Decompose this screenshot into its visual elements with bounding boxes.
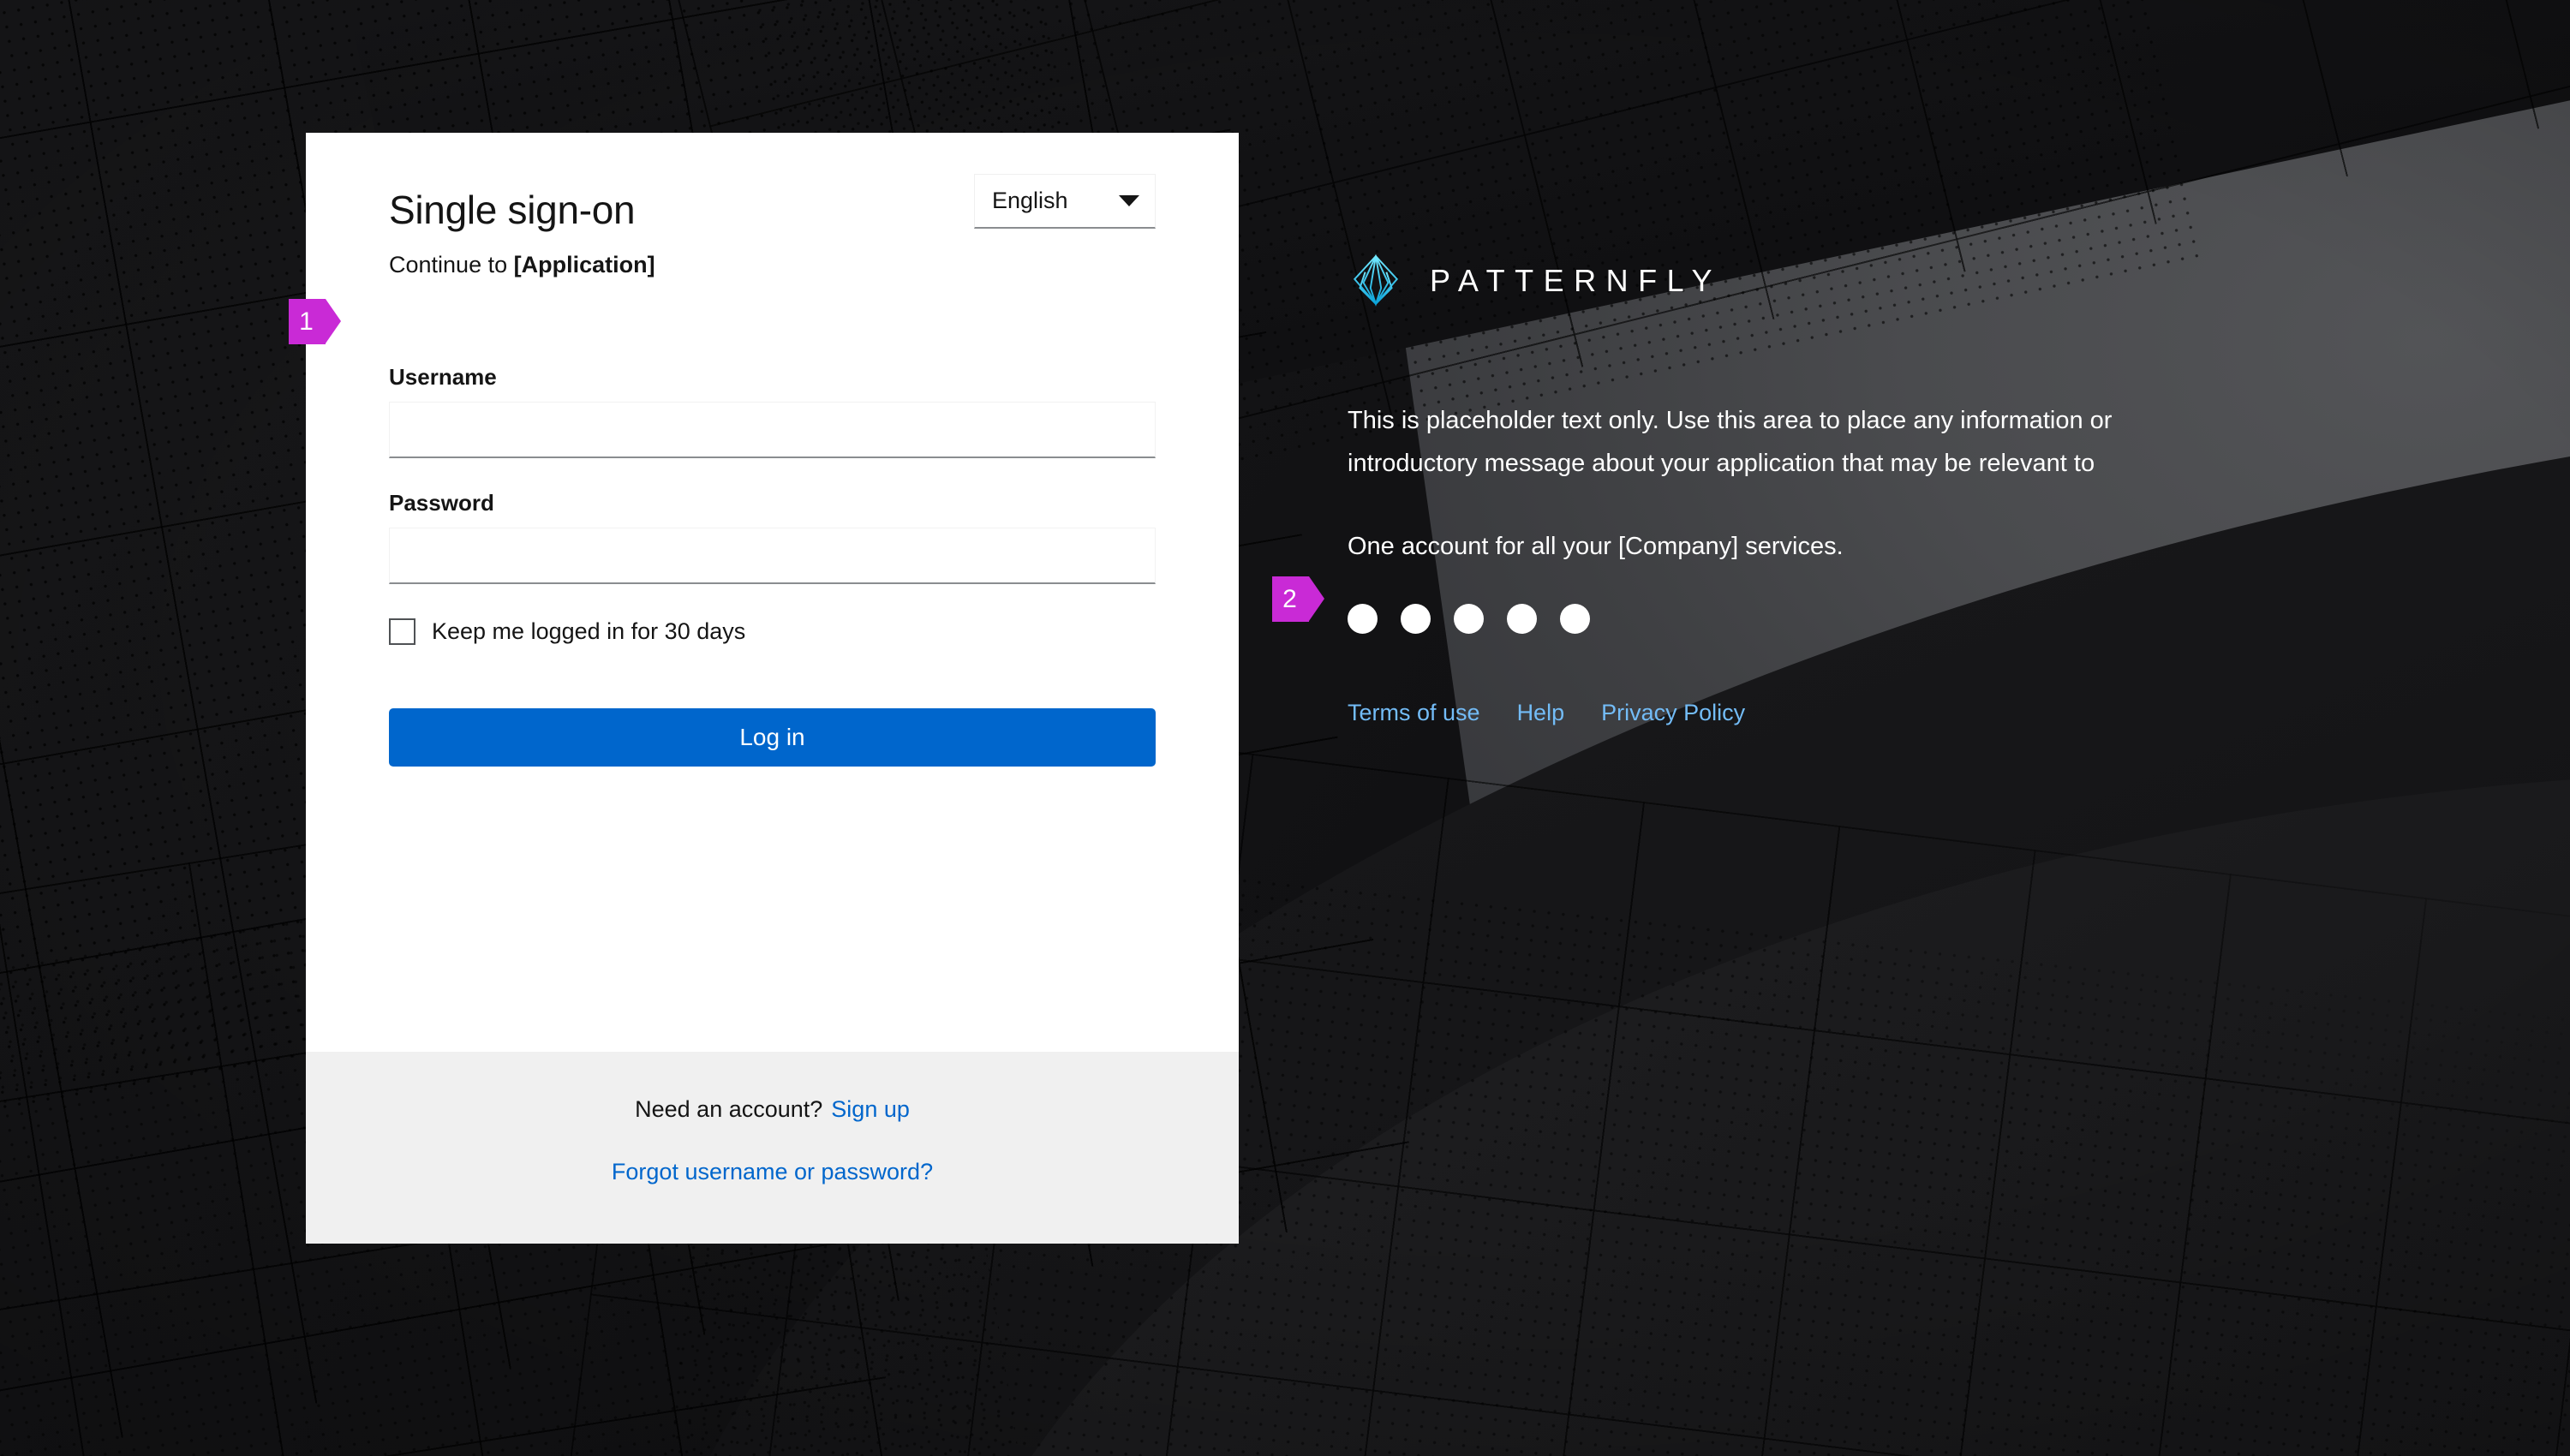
chevron-down-icon [1119,195,1139,206]
password-input[interactable] [389,527,1156,584]
brand-description-paragraph-1: This is placeholder text only. Use this … [1348,407,2113,478]
password-field-group: Password [389,490,1156,584]
brand-description: This is placeholder text only. Use this … [1348,399,2213,568]
social-circle-icon-3[interactable] [1454,604,1484,635]
brand-wordmark: PATTERNFLY [1430,263,1723,298]
brand-panel: PATTERNFLY This is placeholder text only… [1348,248,2376,726]
annotation-badge-1: 1 [289,299,341,344]
social-circle-icon-4[interactable] [1507,604,1537,635]
login-card-body: Single sign-on English Continue to [Appl… [306,133,1239,1052]
brand-description-paragraph-2: One account for all your [Company] servi… [1348,532,1844,560]
username-input[interactable] [389,401,1156,458]
remember-me-checkbox[interactable] [389,618,415,645]
password-label: Password [389,489,494,516]
login-card-footer: Need an account? Sign up Forgot username … [306,1052,1239,1244]
remember-me-label[interactable]: Keep me logged in for 30 days [432,618,745,645]
social-circle-icon-5[interactable] [1560,604,1590,635]
username-field-group: Username [389,364,1156,458]
social-circle-icon-1[interactable] [1348,604,1378,635]
remember-me-row: Keep me logged in for 30 days [389,618,1156,645]
login-header-row: Single sign-on English [389,174,1156,233]
login-button[interactable]: Log in [389,707,1156,767]
brand-footer-links: Terms of use Help Privacy Policy [1348,700,2376,726]
patternfly-diamond-icon [1353,254,1399,307]
continue-to-application: [Application] [513,251,655,277]
language-select-value: English [992,188,1068,213]
continue-to-text: Continue to [Application] [389,252,1156,278]
continue-to-prefix: Continue to [389,251,514,277]
social-circle-icon-2[interactable] [1401,604,1431,635]
help-link[interactable]: Help [1517,700,1565,726]
need-account-row: Need an account? Sign up [306,1096,1239,1123]
privacy-policy-link[interactable]: Privacy Policy [1601,700,1745,726]
social-links-row [1348,604,2376,635]
brand-logo: PATTERNFLY [1348,248,2376,313]
login-card: Single sign-on English Continue to [Appl… [306,133,1239,1244]
need-account-text: Need an account? [635,1096,823,1122]
page-title: Single sign-on [389,188,636,232]
terms-of-use-link[interactable]: Terms of use [1348,700,1480,726]
login-form: Username Password Keep me logged in for … [389,364,1156,767]
username-label: Username [389,363,497,390]
signup-link[interactable]: Sign up [831,1096,910,1122]
language-select[interactable]: English [974,174,1156,229]
forgot-credentials-link[interactable]: Forgot username or password? [612,1159,933,1185]
annotation-badge-2: 2 [1272,576,1324,622]
